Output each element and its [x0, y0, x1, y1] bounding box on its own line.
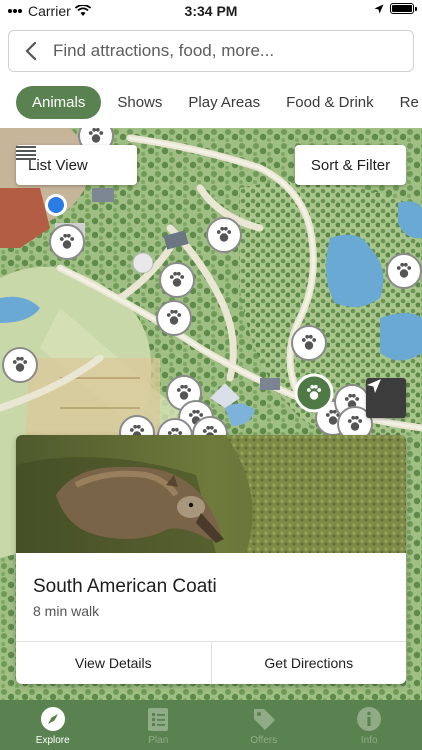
locate-me-button[interactable] — [366, 378, 406, 418]
sort-filter-button[interactable]: Sort & Filter — [295, 145, 406, 185]
search-bar[interactable]: Find attractions, food, more... — [8, 30, 414, 72]
walk-time: 8 min walk — [33, 603, 100, 619]
get-directions-button[interactable]: Get Directions — [210, 642, 407, 684]
list-view-button[interactable]: List View — [16, 145, 137, 185]
location-arrow-icon — [374, 4, 384, 13]
nav-explore-label: Explore — [35, 735, 70, 746]
tag-icon — [253, 709, 275, 730]
list-view-label: List View — [28, 156, 88, 174]
checklist-icon — [148, 708, 169, 731]
tab-food-drink[interactable]: Food & Drink — [276, 86, 384, 119]
search-input[interactable]: Find attractions, food, more... — [53, 41, 274, 61]
tab-shows[interactable]: Shows — [107, 86, 172, 119]
card-actions: View Details Get Directions — [16, 641, 406, 684]
info-icon — [357, 707, 382, 731]
chevron-left-icon — [25, 42, 37, 60]
selected-paw-icon[interactable] — [294, 373, 334, 413]
back-button[interactable] — [9, 31, 53, 71]
tab-play-areas[interactable]: Play Areas — [178, 86, 270, 119]
bottom-nav: Explore Plan Offers Info — [0, 700, 422, 750]
navigation-arrow-icon — [367, 379, 381, 393]
paw-icon[interactable] — [160, 263, 194, 297]
paw-icon[interactable] — [292, 326, 326, 360]
paw-icon[interactable] — [157, 301, 191, 335]
attraction-photo — [16, 435, 406, 553]
nav-explore[interactable]: Explore — [0, 700, 106, 750]
paw-icon[interactable] — [3, 348, 37, 382]
view-details-button[interactable]: View Details — [16, 642, 211, 684]
tab-truncated[interactable]: Re — [390, 86, 422, 119]
attraction-title: South American Coati — [33, 576, 217, 597]
nav-info-label: Info — [360, 735, 378, 746]
coati-image — [16, 435, 406, 553]
status-bar: Carrier 3:34 PM — [0, 0, 422, 22]
nav-offers-label: Offers — [250, 735, 278, 746]
tab-animals[interactable]: Animals — [16, 85, 102, 119]
status-right — [374, 3, 417, 14]
paw-icon[interactable] — [207, 218, 241, 252]
compass-icon — [40, 707, 65, 731]
paw-icon[interactable] — [50, 225, 84, 259]
nav-plan[interactable]: Plan — [106, 700, 212, 750]
nav-offers[interactable]: Offers — [211, 700, 317, 750]
category-tabs: Animals Shows Play Areas Food & Drink Re — [0, 80, 422, 124]
battery-icon — [390, 3, 417, 14]
nav-plan-label: Plan — [148, 735, 169, 746]
sort-filter-label: Sort & Filter — [310, 156, 391, 174]
list-icon — [16, 146, 36, 160]
paw-icon[interactable] — [387, 254, 421, 288]
status-time: 3:34 PM — [184, 3, 238, 19]
nav-info[interactable]: Info — [317, 700, 422, 750]
user-location-dot — [45, 194, 67, 216]
attraction-card[interactable]: South American Coati 8 min walk View Det… — [16, 435, 406, 684]
